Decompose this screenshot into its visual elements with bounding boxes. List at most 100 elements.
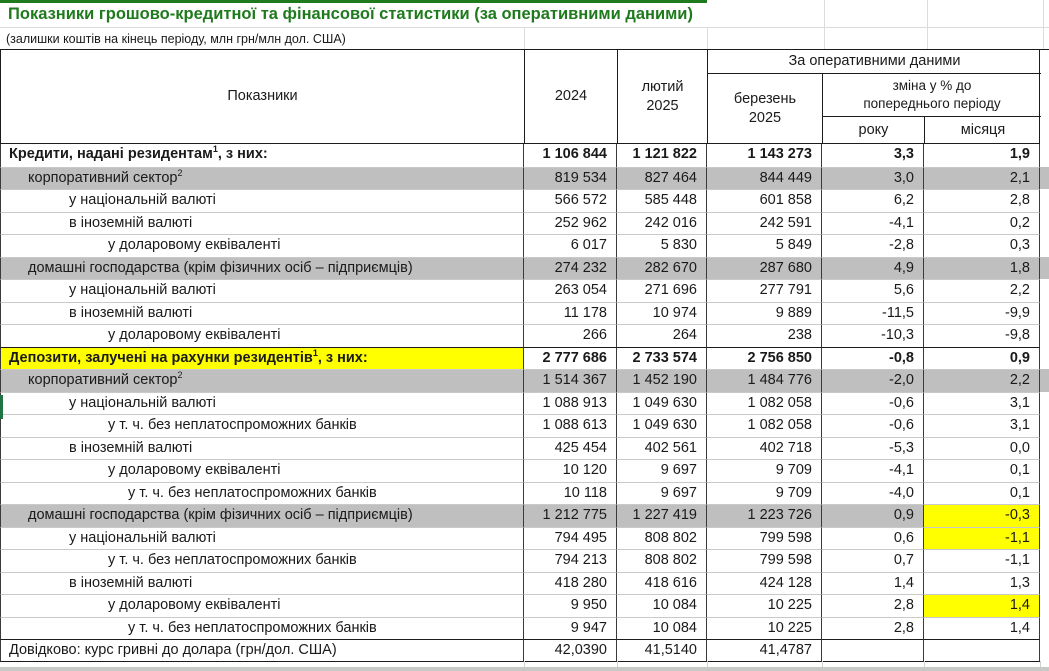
cell-mar-2025[interactable]: 1 223 726	[707, 504, 822, 527]
row-label-cell[interactable]: в іноземній валюті	[0, 301, 524, 324]
cell-2024[interactable]: 1 212 775	[524, 504, 617, 527]
row-label-cell[interactable]: у національній валюті	[0, 526, 524, 549]
cell-feb-2025[interactable]: 1 452 190	[617, 369, 707, 392]
row-label-cell[interactable]: Депозити, залучені на рахунки резидентів…	[0, 346, 524, 369]
cell-mar-2025[interactable]: 9 709	[707, 459, 822, 482]
cell-mar-2025[interactable]: 10 225	[707, 616, 822, 639]
row-label-cell[interactable]: у національній валюті	[0, 391, 524, 414]
row-label-cell[interactable]: в іноземній валюті	[0, 436, 524, 459]
cell-feb-2025[interactable]: 9 697	[617, 481, 707, 504]
cell-2024[interactable]: 9 947	[524, 616, 617, 639]
cell-change-year[interactable]: 2,8	[822, 594, 924, 617]
cell-feb-2025[interactable]: 827 464	[617, 166, 707, 189]
cell-change-year[interactable]: 0,9	[822, 504, 924, 527]
cell-change-month[interactable]: 0,9	[924, 346, 1040, 369]
cell-2024[interactable]: 1 106 844	[524, 144, 617, 167]
row-label-cell[interactable]: у доларовому еквіваленті	[0, 234, 524, 257]
cell-2024[interactable]: 418 280	[524, 571, 617, 594]
cell-2024[interactable]: 794 495	[524, 526, 617, 549]
cell-mar-2025[interactable]: 799 598	[707, 549, 822, 572]
row-label-cell[interactable]: у т. ч. без неплатоспроможних банків	[0, 481, 524, 504]
cell-2024[interactable]: 566 572	[524, 189, 617, 212]
cell-feb-2025[interactable]: 808 802	[617, 549, 707, 572]
cell-feb-2025[interactable]: 2 733 574	[617, 346, 707, 369]
cell-change-month[interactable]: -9,9	[924, 301, 1040, 324]
row-label-cell[interactable]: домашні господарства (крім фізичних осіб…	[0, 504, 524, 527]
cell-change-month[interactable]: 2,1	[924, 166, 1040, 189]
cell-feb-2025[interactable]: 271 696	[617, 279, 707, 302]
cell-change-year[interactable]: 1,4	[822, 571, 924, 594]
cell-change-month[interactable]: 0,0	[924, 436, 1040, 459]
header-indicators[interactable]: Показники	[1, 50, 525, 143]
header-change-month[interactable]: місяця	[925, 117, 1041, 143]
cell-2024[interactable]: 252 962	[524, 211, 617, 234]
cell-change-month[interactable]: -1,1	[924, 526, 1040, 549]
row-label-cell[interactable]: у національній валюті	[0, 189, 524, 212]
cell-2024[interactable]: 10 118	[524, 481, 617, 504]
cell-change-month[interactable]: 1,3	[924, 571, 1040, 594]
cell-change-year[interactable]: -0,8	[822, 346, 924, 369]
cell-change-month[interactable]: -9,8	[924, 324, 1040, 347]
cell-feb-2025[interactable]: 10 084	[617, 594, 707, 617]
cell-mar-2025[interactable]: 1 484 776	[707, 369, 822, 392]
cell-change-year[interactable]: 3,0	[822, 166, 924, 189]
cell-change-month[interactable]: 0,1	[924, 459, 1040, 482]
cell-2024[interactable]: 266	[524, 324, 617, 347]
cell-feb-2025[interactable]: 41,5140	[617, 639, 707, 662]
row-label-cell[interactable]: Кредити, надані резидентам1, з них:	[0, 144, 524, 167]
cell-change-year[interactable]: -10,3	[822, 324, 924, 347]
cell-change-month[interactable]: 2,8	[924, 189, 1040, 212]
cell-change-month[interactable]: -1,1	[924, 549, 1040, 572]
cell-mar-2025[interactable]: 9 709	[707, 481, 822, 504]
row-label-cell[interactable]: корпоративний сектор2	[0, 369, 524, 392]
cell-mar-2025[interactable]: 424 128	[707, 571, 822, 594]
row-label-cell[interactable]: у доларовому еквіваленті	[0, 594, 524, 617]
cell-2024[interactable]: 42,0390	[524, 639, 617, 662]
cell-feb-2025[interactable]: 402 561	[617, 436, 707, 459]
cell-change-year[interactable]: -11,5	[822, 301, 924, 324]
cell-2024[interactable]: 263 054	[524, 279, 617, 302]
cell-change-month[interactable]: 0,1	[924, 481, 1040, 504]
cell-change-year[interactable]: -2,0	[822, 369, 924, 392]
cell-change-month[interactable]: 3,1	[924, 391, 1040, 414]
cell-change-year[interactable]: -4,0	[822, 481, 924, 504]
cell-2024[interactable]: 425 454	[524, 436, 617, 459]
header-mar-2025[interactable]: березень 2025	[708, 74, 823, 143]
cell-mar-2025[interactable]: 238	[707, 324, 822, 347]
cell-change-year[interactable]	[822, 639, 924, 662]
cell-change-year[interactable]: 0,6	[822, 526, 924, 549]
row-label-cell[interactable]: у доларовому еквіваленті	[0, 459, 524, 482]
cell-feb-2025[interactable]: 9 697	[617, 459, 707, 482]
row-label-cell[interactable]: корпоративний сектор2	[0, 166, 524, 189]
cell-change-year[interactable]: -4,1	[822, 459, 924, 482]
row-label-cell[interactable]: у т. ч. без неплатоспроможних банків	[0, 549, 524, 572]
cell-mar-2025[interactable]: 5 849	[707, 234, 822, 257]
row-label-cell[interactable]: Довідково: курс гривні до долара (грн/до…	[0, 639, 524, 662]
cell-change-year[interactable]: 5,6	[822, 279, 924, 302]
cell-feb-2025[interactable]: 1 049 630	[617, 391, 707, 414]
cell-feb-2025[interactable]: 585 448	[617, 189, 707, 212]
cell-feb-2025[interactable]: 10 084	[617, 616, 707, 639]
cell-change-year[interactable]: 4,9	[822, 256, 924, 279]
cell-change-month[interactable]: 2,2	[924, 279, 1040, 302]
cell-mar-2025[interactable]: 799 598	[707, 526, 822, 549]
cell-feb-2025[interactable]: 1 227 419	[617, 504, 707, 527]
cell-change-month[interactable]: 1,4	[924, 594, 1040, 617]
row-label-cell[interactable]: домашні господарства (крім фізичних осіб…	[0, 256, 524, 279]
cell-change-year[interactable]: 6,2	[822, 189, 924, 212]
cell-change-year[interactable]: 0,7	[822, 549, 924, 572]
cell-mar-2025[interactable]: 10 225	[707, 594, 822, 617]
cell-change-month[interactable]: -0,3	[924, 504, 1040, 527]
cell-2024[interactable]: 1 088 613	[524, 414, 617, 437]
cell-2024[interactable]: 10 120	[524, 459, 617, 482]
row-label-cell[interactable]: у т. ч. без неплатоспроможних банків	[0, 616, 524, 639]
cell-change-month[interactable]: 1,8	[924, 256, 1040, 279]
cell-2024[interactable]: 1 088 913	[524, 391, 617, 414]
cell-2024[interactable]: 6 017	[524, 234, 617, 257]
cell-mar-2025[interactable]: 41,4787	[707, 639, 822, 662]
cell-feb-2025[interactable]: 282 670	[617, 256, 707, 279]
cell-2024[interactable]: 1 514 367	[524, 369, 617, 392]
cell-mar-2025[interactable]: 277 791	[707, 279, 822, 302]
cell-mar-2025[interactable]: 402 718	[707, 436, 822, 459]
header-2024[interactable]: 2024	[525, 50, 618, 143]
